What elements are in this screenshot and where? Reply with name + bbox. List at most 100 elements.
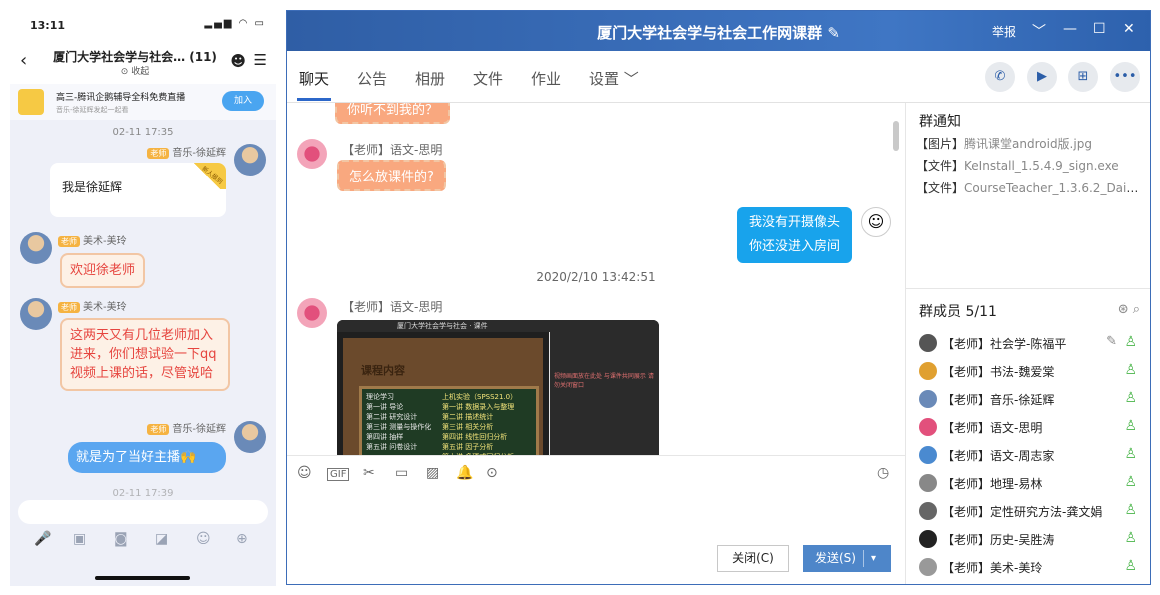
history-icon[interactable]: ◷	[877, 465, 889, 481]
online-status-icon: ♙	[1124, 446, 1137, 462]
tab-settings[interactable]: 设置 ﹀	[589, 68, 639, 89]
avatar[interactable]	[297, 139, 327, 169]
member-item[interactable]: 【老师】历史-吴胜涛 ♙	[916, 528, 1141, 552]
more-icon[interactable]: ⊙	[486, 465, 498, 481]
member-item[interactable]: 【老师】社会学-陈福平 ✎ ♙	[916, 332, 1141, 356]
image-icon[interactable]: ▣	[73, 531, 86, 547]
live-banner[interactable]: 高三-腾讯企鹅辅导全科免费直播 音乐-徐延辉发起一起看 加入	[10, 84, 276, 120]
bell-icon[interactable]: 🔔	[456, 465, 473, 481]
phone-call-icon[interactable]: ✆	[985, 62, 1015, 92]
send-options-icon[interactable]: ▾	[871, 545, 876, 572]
message-bubble[interactable]: 我没有开摄像头 你还没进入房间	[737, 207, 853, 263]
emoji-icon[interactable]: ☺	[297, 465, 312, 481]
edit-icon[interactable]: ✎	[1106, 334, 1117, 349]
avatar[interactable]: ☺	[861, 207, 891, 237]
member-item[interactable]: 【老师】定性研究方法-龚文娟 ♙	[916, 500, 1141, 524]
member-item[interactable]: 【老师】地理-易林 ♙	[916, 472, 1141, 496]
microphone-icon[interactable]: 🎤	[34, 531, 51, 547]
member-search-icon[interactable]: ⊛ ⌕	[1118, 302, 1140, 317]
sender-name: 【老师】语文-思明	[342, 143, 443, 157]
online-status-icon: ♙	[1124, 502, 1137, 518]
back-icon[interactable]: ‹	[20, 50, 27, 71]
avatar[interactable]	[234, 421, 266, 453]
sender-name: 美术-美玲	[83, 236, 127, 247]
avatar[interactable]	[20, 232, 52, 264]
message-bubble[interactable]: 就是为了当好主播🙌	[68, 442, 226, 473]
group-sidebar: 群通知 【图片】腾讯课堂android版.jpg 【文件】KeInstall_1…	[905, 103, 1150, 584]
emoji-icon[interactable]: ☻	[230, 52, 246, 70]
signal-wifi-battery-icon: ▂▄▆ ◠ ▭	[204, 18, 266, 29]
report-button[interactable]: 举报	[992, 23, 1016, 40]
online-status-icon: ♙	[1124, 334, 1137, 350]
message-text: 怎么放课件的?	[349, 170, 434, 185]
avatar	[919, 390, 937, 408]
image-icon[interactable]: ▨	[426, 465, 439, 481]
avatar[interactable]	[234, 144, 266, 176]
close-icon[interactable]: ✕	[1123, 21, 1135, 37]
members-title: 群成员 5/11	[919, 304, 997, 320]
notice-item[interactable]: 【文件】CourseTeacher_1.3.6.2_Daily...	[916, 179, 1141, 196]
message-bubble[interactable]: 这两天又有几位老师加入进来，你们想试验一下qq视频上课的话，尽管说哈	[60, 318, 230, 391]
notice-item[interactable]: 【文件】KeInstall_1.5.4.9_sign.exe	[916, 157, 1141, 174]
minimize-icon[interactable]: —	[1063, 21, 1077, 37]
member-name: 【老师】定性研究方法-龚文娟	[942, 505, 1103, 519]
member-item[interactable]: 【老师】音乐-徐延辉 ♙	[916, 388, 1141, 412]
folder-icon[interactable]: ▭	[395, 465, 408, 481]
plus-icon[interactable]: ⊕	[236, 531, 248, 547]
chevron-down-icon[interactable]: ﹀	[1032, 21, 1046, 41]
group-title: 厦门大学社会学与社会… (11)	[53, 50, 217, 64]
avatar	[919, 530, 937, 548]
message-text: 这两天又有几位老师加入进来，你们想试验一下qq视频上课的话，尽管说哈	[70, 328, 217, 381]
member-name: 【老师】音乐-徐延辉	[942, 393, 1055, 407]
video-call-icon[interactable]: ▶	[1027, 62, 1057, 92]
teacher-tag: 老师	[58, 236, 80, 247]
notice-filename: 腾讯课堂android版.jpg	[964, 137, 1092, 151]
scrollbar[interactable]	[893, 121, 899, 151]
join-button[interactable]: 加入	[222, 91, 264, 111]
maximize-icon[interactable]: ☐	[1093, 21, 1106, 37]
avatar[interactable]	[20, 298, 52, 330]
emoji-icon[interactable]: ☺	[196, 531, 211, 547]
mobile-qq-chat: 13:11 ▂▄▆ ◠ ▭ ‹ 厦门大学社会学与社会… (11) ⊙ 收起 ☻ …	[10, 10, 276, 586]
member-item[interactable]: 【老师】书法-魏爱棠 ♙	[916, 360, 1141, 384]
sender-name: 【老师】语文-思明	[342, 300, 443, 314]
sender-name: 音乐-徐延辉	[172, 148, 226, 159]
message-text: 我没有开摄像头	[749, 215, 841, 230]
home-indicator	[95, 576, 190, 580]
message-list[interactable]: 你听不到我的？ 【老师】语文-思明 怎么放课件的? 我没有开摄像头 你还没进入房…	[287, 103, 905, 455]
tab-announcements[interactable]: 公告	[357, 68, 387, 89]
notice-item[interactable]: 【图片】腾讯课堂android版.jpg	[916, 135, 1141, 152]
avatar	[919, 502, 937, 520]
member-item[interactable]: 【老师】语文-周志家 ♙	[916, 444, 1141, 468]
message-input[interactable]	[18, 500, 268, 524]
member-name: 【老师】书法-魏爱棠	[942, 365, 1055, 379]
tab-chat[interactable]: 聊天	[299, 68, 329, 89]
banner-subtitle: 音乐-徐延辉发起一起看	[56, 106, 129, 114]
member-item[interactable]: 【老师】语文-思明 ♙	[916, 416, 1141, 440]
title-bar[interactable]: 厦门大学社会学与社会工作网课群 ✎ 举报 ﹀ — ☐ ✕	[287, 11, 1150, 51]
add-app-icon[interactable]: ⊞	[1068, 62, 1098, 92]
more-icon[interactable]: •••	[1110, 62, 1140, 92]
chalkboard: 理论学习 第一讲 导论 第二讲 研究设计 第三讲 测量与操作化 第四讲 抽样 第…	[359, 386, 539, 455]
message-bubble[interactable]: 你听不到我的？	[335, 103, 451, 124]
message-bubble[interactable]: 欢迎徐老师	[60, 253, 146, 288]
banner-title: 高三-腾讯企鹅辅导全科免费直播	[56, 93, 186, 103]
menu-icon[interactable]: ☰	[254, 51, 267, 69]
online-status-icon: ♙	[1124, 558, 1137, 574]
active-tab-indicator	[297, 98, 331, 101]
gif-icon[interactable]: GIF	[327, 468, 350, 481]
message-bubble[interactable]: 怎么放课件的?	[337, 160, 446, 191]
message-bubble[interactable]: 我是徐延辉 新人报到	[50, 163, 226, 217]
camera-icon[interactable]: ◙	[114, 531, 128, 547]
tab-files[interactable]: 文件	[473, 68, 503, 89]
scissors-icon[interactable]: ✂	[363, 465, 375, 481]
screenshot-image[interactable]: 厦门大学社会学与社会 · 课件 课程内容 理论学习 第一讲 导论 第二讲 研究设…	[337, 320, 659, 455]
member-item[interactable]: 【老师】美术-美玲 ♙	[916, 556, 1141, 580]
send-button[interactable]: 发送(S) ▾	[803, 545, 891, 572]
tab-homework[interactable]: 作业	[531, 68, 561, 89]
avatar[interactable]	[297, 298, 327, 328]
close-button[interactable]: 关闭(C)	[717, 545, 789, 572]
red-packet-icon[interactable]: ◪	[155, 531, 168, 547]
tab-album[interactable]: 相册	[415, 68, 445, 89]
collapse-toggle[interactable]: ⊙ 收起	[50, 64, 220, 77]
